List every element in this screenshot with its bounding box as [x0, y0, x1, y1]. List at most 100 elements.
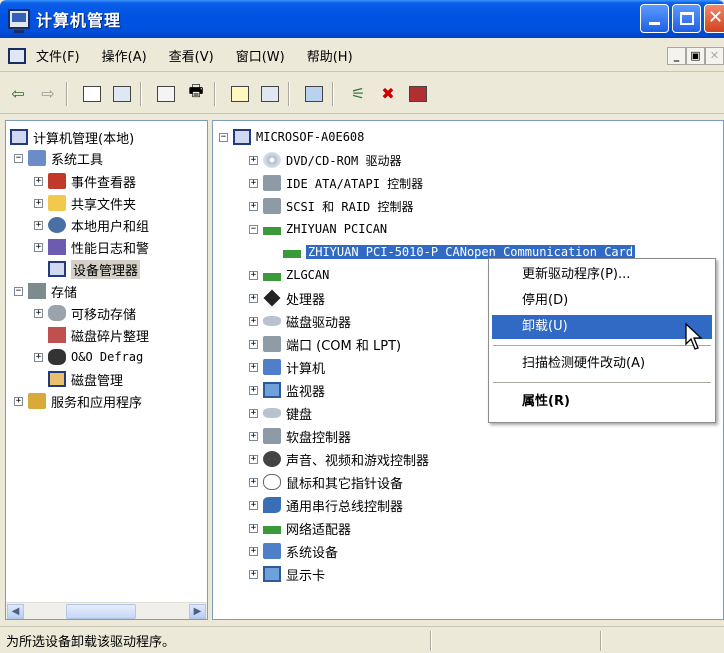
- expand-icon[interactable]: +: [249, 178, 258, 188]
- system-menu-icon[interactable]: [8, 47, 26, 64]
- menu-properties[interactable]: 属性(R): [492, 390, 712, 414]
- back-arrow-icon[interactable]: ⇦: [6, 82, 30, 106]
- expand-icon[interactable]: +: [249, 362, 258, 372]
- device-category[interactable]: + 通用串行总线控制器: [249, 495, 403, 515]
- scroll-right-icon[interactable]: ▶: [189, 604, 206, 619]
- mdi-minimize-button[interactable]: _: [667, 47, 686, 65]
- device-category[interactable]: + 键盘: [249, 403, 312, 423]
- device-category[interactable]: + 软盘控制器: [249, 426, 351, 446]
- expand-icon[interactable]: +: [14, 396, 23, 406]
- expand-icon[interactable]: +: [34, 352, 43, 362]
- update-driver-icon[interactable]: ⚟: [346, 82, 370, 106]
- mdi-restore-button[interactable]: ▣: [686, 47, 705, 65]
- expand-icon[interactable]: +: [34, 308, 43, 318]
- tree-root[interactable]: 计算机管理(本地): [10, 127, 134, 147]
- expand-icon[interactable]: +: [34, 176, 43, 186]
- menu-disable[interactable]: 停用(D): [492, 289, 712, 313]
- tree-disk-defrag[interactable]: 磁盘碎片整理: [48, 325, 149, 345]
- menu-uninstall[interactable]: 卸载(U): [492, 315, 712, 339]
- minimize-button[interactable]: [640, 4, 669, 33]
- collapse-icon[interactable]: −: [14, 286, 23, 296]
- device-category[interactable]: + ZLGCAN: [249, 265, 329, 285]
- menu-update-driver[interactable]: 更新驱动程序(P)...: [492, 263, 712, 287]
- device-category[interactable]: + 显示卡: [249, 564, 325, 584]
- device-category[interactable]: − ZHIYUAN PCICAN: [249, 219, 387, 239]
- collapse-icon[interactable]: −: [14, 153, 23, 163]
- properties-icon[interactable]: [154, 82, 178, 106]
- expand-icon[interactable]: +: [34, 242, 43, 252]
- up-level-icon[interactable]: [80, 82, 104, 106]
- show-hide-tree-icon[interactable]: [110, 82, 134, 106]
- expand-icon[interactable]: +: [249, 201, 258, 211]
- mdi-close-button[interactable]: ✕: [705, 47, 724, 65]
- expand-icon[interactable]: +: [249, 500, 258, 510]
- menu-file[interactable]: 文件(F): [36, 46, 80, 65]
- help-icon[interactable]: [228, 82, 252, 106]
- expand-icon[interactable]: +: [249, 293, 258, 303]
- tree-local-users[interactable]: + 本地用户和组: [34, 215, 149, 235]
- menu-scan-hardware[interactable]: 扫描检测硬件改动(A): [492, 352, 712, 376]
- device-category[interactable]: + 声音、视频和游戏控制器: [249, 449, 429, 469]
- expand-icon[interactable]: +: [249, 270, 258, 280]
- device-category[interactable]: + IDE ATA/ATAPI 控制器: [249, 173, 423, 193]
- close-button[interactable]: ✕: [704, 4, 724, 33]
- device-category[interactable]: + 端口 (COM 和 LPT): [249, 334, 401, 354]
- tree-label: DVD/CD-ROM 驱动器: [286, 153, 402, 168]
- device-category[interactable]: + 磁盘驱动器: [249, 311, 351, 331]
- tree-storage[interactable]: − 存储: [14, 281, 77, 301]
- device-category[interactable]: + SCSI 和 RAID 控制器: [249, 196, 413, 216]
- title-bar[interactable]: 计算机管理 ✕: [0, 0, 724, 38]
- expand-icon[interactable]: +: [34, 220, 43, 230]
- device-category[interactable]: + 监视器: [249, 380, 325, 400]
- window-controls: ✕: [640, 4, 724, 33]
- tree-shared-folders[interactable]: + 共享文件夹: [34, 193, 136, 213]
- menu-help[interactable]: 帮助(H): [307, 46, 353, 65]
- expand-icon[interactable]: +: [34, 198, 43, 208]
- scan-hardware-icon[interactable]: [302, 82, 326, 106]
- device-category[interactable]: + 网络适配器: [249, 518, 351, 538]
- expand-icon[interactable]: +: [249, 431, 258, 441]
- expand-icon[interactable]: +: [249, 454, 258, 464]
- expand-icon[interactable]: +: [249, 385, 258, 395]
- menu-action[interactable]: 操作(A): [102, 46, 147, 65]
- scsi-controller-icon: [263, 198, 281, 214]
- expand-icon[interactable]: +: [249, 477, 258, 487]
- expand-icon[interactable]: +: [249, 155, 258, 165]
- expand-icon[interactable]: +: [249, 546, 258, 556]
- collapse-icon[interactable]: −: [249, 224, 258, 234]
- help-topics-icon[interactable]: [258, 82, 282, 106]
- horizontal-scrollbar[interactable]: ◀ ▶: [6, 602, 207, 619]
- device-category[interactable]: + DVD/CD-ROM 驱动器: [249, 150, 401, 170]
- forward-arrow-icon[interactable]: ⇨: [36, 82, 60, 106]
- scroll-thumb[interactable]: [66, 604, 136, 619]
- tree-perf-logs[interactable]: + 性能日志和警: [34, 237, 149, 257]
- tree-removable-storage[interactable]: + 可移动存储: [34, 303, 136, 323]
- device-category[interactable]: + 计算机: [249, 357, 325, 377]
- tree-services-apps[interactable]: + 服务和应用程序: [14, 391, 142, 411]
- menu-window[interactable]: 窗口(W): [236, 46, 285, 65]
- tree-device-manager[interactable]: 设备管理器: [48, 259, 141, 279]
- device-category[interactable]: + 鼠标和其它指针设备: [249, 472, 403, 492]
- expand-icon[interactable]: +: [249, 569, 258, 579]
- tree-system-tools[interactable]: − 系统工具: [14, 148, 103, 168]
- collapse-icon[interactable]: −: [219, 132, 228, 142]
- device-root[interactable]: − MICROSOF-A0E608: [219, 127, 364, 147]
- expand-icon[interactable]: +: [249, 408, 258, 418]
- expand-icon[interactable]: +: [249, 339, 258, 349]
- device-category[interactable]: + 处理器: [249, 288, 325, 308]
- menu-view[interactable]: 查看(V): [169, 46, 214, 65]
- expand-icon[interactable]: +: [249, 523, 258, 533]
- uninstall-icon[interactable]: ✖: [376, 82, 400, 106]
- expand-icon[interactable]: +: [249, 316, 258, 326]
- tree-disk-management[interactable]: 磁盘管理: [48, 369, 123, 389]
- tree-oo-defrag[interactable]: + O&O Defrag: [34, 347, 143, 367]
- device-category[interactable]: + 系统设备: [249, 541, 338, 561]
- scroll-left-icon[interactable]: ◀: [7, 604, 24, 619]
- tree-event-viewer[interactable]: + 事件查看器: [34, 171, 136, 191]
- maximize-button[interactable]: [672, 4, 701, 33]
- disable-device-icon[interactable]: [406, 82, 430, 106]
- can-card-icon: [263, 227, 281, 235]
- toolbar-separator: [332, 81, 334, 106]
- toolbar: ⇦ ⇨ 🖶 ⚟ ✖: [0, 74, 724, 114]
- print-icon[interactable]: 🖶: [184, 81, 208, 106]
